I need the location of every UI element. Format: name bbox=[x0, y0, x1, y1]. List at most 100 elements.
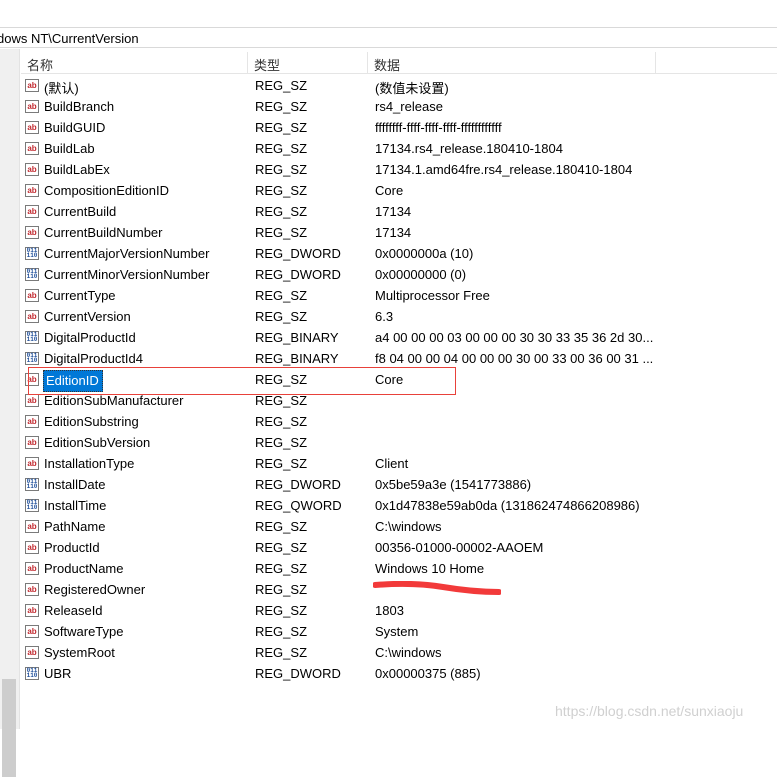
registry-value-row[interactable]: ab (默认) REG_SZ (数值未设置) bbox=[21, 75, 777, 96]
column-header: 名称 类型 数据 bbox=[21, 52, 777, 74]
value-name: DigitalProductId4 bbox=[44, 351, 143, 366]
registry-value-row[interactable]: ab ReleaseId REG_SZ 1803 bbox=[21, 600, 777, 621]
value-type: REG_SZ bbox=[255, 120, 308, 135]
registry-value-row[interactable]: ab EditionSubVersion REG_SZ bbox=[21, 432, 777, 453]
registry-value-row[interactable]: ab PathName REG_SZ C:\windows bbox=[21, 516, 777, 537]
value-data: Multiprocessor Free bbox=[375, 288, 490, 303]
value-data: C:\windows bbox=[375, 519, 442, 534]
registry-value-row[interactable]: ab CurrentType REG_SZ Multiprocessor Free bbox=[21, 285, 777, 306]
string-icon: ab bbox=[25, 310, 39, 323]
registry-value-row[interactable]: ab EditionSubstring REG_SZ bbox=[21, 411, 777, 432]
value-name: ProductName bbox=[44, 561, 124, 576]
registry-value-row[interactable]: 011 110 DigitalProductId4 REG_BINARY f8 04 … bbox=[21, 348, 777, 369]
value-data: a4 00 00 00 03 00 00 00 30 30 33 35 36 2… bbox=[375, 330, 654, 345]
column-header-type[interactable]: 类型 bbox=[254, 55, 280, 74]
value-name: BuildGUID bbox=[44, 120, 106, 135]
value-name: UBR bbox=[44, 666, 72, 681]
value-type: REG_SZ bbox=[255, 456, 308, 471]
watermark: https://blog.csdn.net/sunxiaoju bbox=[555, 703, 744, 719]
registry-value-row[interactable]: ab ProductId REG_SZ 00356-01000-00002-AAOEM bbox=[21, 537, 777, 558]
value-data: Windows 10 Home bbox=[375, 561, 485, 576]
registry-value-row[interactable]: 011 110 InstallTime REG_QWORD 0x1d47838e59a… bbox=[21, 495, 777, 516]
registry-value-row[interactable]: 011 110 CurrentMajorVersionNumber REG_DWOR… bbox=[21, 243, 777, 264]
value-data: 1803 bbox=[375, 603, 404, 618]
value-name: EditionSubVersion bbox=[44, 435, 151, 450]
address-bar[interactable]: dows NT\CurrentVersion bbox=[0, 27, 777, 48]
value-name: BuildLab bbox=[44, 141, 95, 156]
value-type: REG_SZ bbox=[255, 414, 308, 429]
binary-icon: 011 110 bbox=[25, 667, 39, 680]
string-icon: ab bbox=[25, 226, 39, 239]
value-name: CompositionEditionID bbox=[44, 183, 170, 198]
registry-value-row[interactable]: 011 110 InstallDate REG_DWORD 0x5be59a3e (1… bbox=[21, 474, 777, 495]
value-type: REG_SZ bbox=[255, 645, 308, 660]
value-name: (默认) bbox=[44, 81, 79, 96]
value-name: EditionSubstring bbox=[44, 414, 139, 429]
string-icon: ab bbox=[25, 457, 39, 470]
registry-value-row[interactable]: ab ProductName REG_SZ Windows 10 Home bbox=[21, 558, 777, 579]
registry-value-row[interactable]: ab InstallationType REG_SZ Client bbox=[21, 453, 777, 474]
value-data: System bbox=[375, 624, 419, 639]
string-icon: ab bbox=[25, 520, 39, 533]
value-type: REG_SZ bbox=[255, 78, 308, 93]
value-type: REG_SZ bbox=[255, 309, 308, 324]
column-divider[interactable] bbox=[247, 52, 248, 74]
registry-value-row[interactable]: ab BuildBranch REG_SZ rs4_release bbox=[21, 96, 777, 117]
registry-value-row[interactable]: ab CurrentBuild REG_SZ 17134 bbox=[21, 201, 777, 222]
string-icon: ab bbox=[25, 625, 39, 638]
value-type: REG_SZ bbox=[255, 288, 308, 303]
value-data: 0x0000000a (10) bbox=[375, 246, 474, 261]
value-data: Core bbox=[375, 183, 404, 198]
value-name: CurrentMinorVersionNumber bbox=[44, 267, 210, 282]
value-name: CurrentVersion bbox=[44, 309, 131, 324]
column-divider[interactable] bbox=[367, 52, 368, 74]
string-icon: ab bbox=[25, 121, 39, 134]
registry-value-row[interactable]: 011 110 DigitalProductId REG_BINARY a4 00 0… bbox=[21, 327, 777, 348]
value-name: PathName bbox=[44, 519, 106, 534]
column-divider[interactable] bbox=[655, 52, 656, 74]
binary-icon: 011 110 bbox=[25, 268, 39, 281]
address-path: dows NT\CurrentVersion bbox=[0, 31, 139, 46]
registry-value-row[interactable]: ab CurrentVersion REG_SZ 6.3 bbox=[21, 306, 777, 327]
binary-icon: 011 110 bbox=[25, 499, 39, 512]
value-data: ffffffff-ffff-ffff-ffff-ffffffffffff bbox=[375, 120, 502, 135]
value-type: REG_BINARY bbox=[255, 330, 339, 345]
tree-pane-scrollbar[interactable] bbox=[0, 49, 20, 777]
column-header-data[interactable]: 数据 bbox=[374, 55, 400, 74]
value-type: REG_SZ bbox=[255, 519, 308, 534]
registry-value-row[interactable]: 011 110 CurrentMinorVersionNumber REG_DWOR… bbox=[21, 264, 777, 285]
value-name: SystemRoot bbox=[44, 645, 115, 660]
value-data: 00356-01000-00002-AAOEM bbox=[375, 540, 544, 555]
binary-icon: 011 110 bbox=[25, 331, 39, 344]
string-icon: ab bbox=[25, 163, 39, 176]
registry-value-row[interactable]: ab SystemRoot REG_SZ C:\windows bbox=[21, 642, 777, 663]
binary-icon: 011 110 bbox=[25, 247, 39, 260]
value-data: 0x1d47838e59ab0da (131862474866208986) bbox=[375, 498, 640, 513]
scrollbar-thumb[interactable] bbox=[2, 679, 16, 777]
string-icon: ab bbox=[25, 562, 39, 575]
string-icon: ab bbox=[25, 436, 39, 449]
column-header-name[interactable]: 名称 bbox=[27, 55, 53, 74]
value-data: 6.3 bbox=[375, 309, 394, 324]
string-icon: ab bbox=[25, 142, 39, 155]
string-icon: ab bbox=[25, 394, 39, 407]
value-type: REG_SZ bbox=[255, 603, 308, 618]
value-type: REG_SZ bbox=[255, 141, 308, 156]
registry-value-row[interactable]: ab CurrentBuildNumber REG_SZ 17134 bbox=[21, 222, 777, 243]
value-type: REG_QWORD bbox=[255, 498, 342, 513]
registry-value-row[interactable]: ab BuildLab REG_SZ 17134.rs4_release.180410… bbox=[21, 138, 777, 159]
value-name: ProductId bbox=[44, 540, 100, 555]
value-type: REG_SZ bbox=[255, 582, 308, 597]
value-data: (数值未设置) bbox=[375, 81, 449, 96]
binary-icon: 011 110 bbox=[25, 478, 39, 491]
value-name: ReleaseId bbox=[44, 603, 103, 618]
value-name: CurrentMajorVersionNumber bbox=[44, 246, 210, 261]
registry-value-row[interactable]: ab BuildGUID REG_SZ ffffffff-ffff-ffff-ffff… bbox=[21, 117, 777, 138]
registry-value-row[interactable]: ab SoftwareType REG_SZ System bbox=[21, 621, 777, 642]
binary-icon: 011 110 bbox=[25, 352, 39, 365]
string-icon: ab bbox=[25, 541, 39, 554]
registry-value-row[interactable]: 011 110 UBR REG_DWORD 0x00000375 (885) bbox=[21, 663, 777, 684]
registry-value-row[interactable]: ab BuildLabEx REG_SZ 17134.1.amd64fre.rs4_r… bbox=[21, 159, 777, 180]
value-data: 0x5be59a3e (1541773886) bbox=[375, 477, 532, 492]
registry-value-row[interactable]: ab CompositionEditionID REG_SZ Core bbox=[21, 180, 777, 201]
